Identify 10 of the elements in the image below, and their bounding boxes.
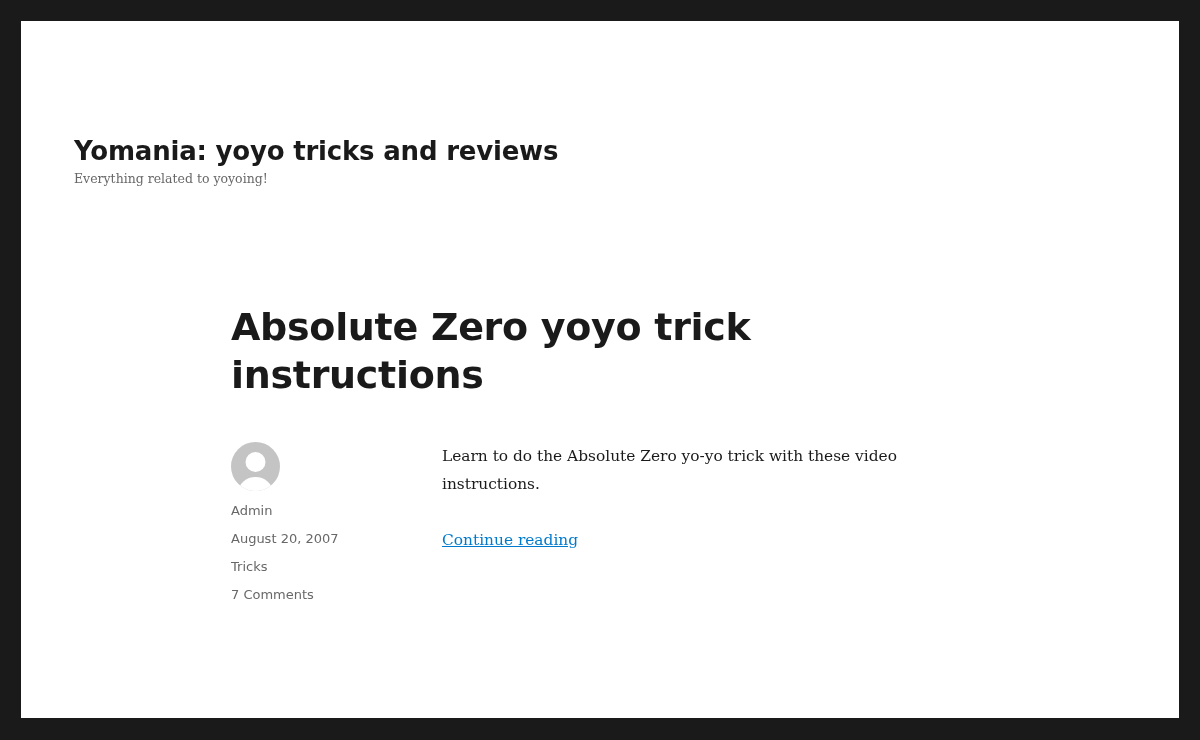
comments-link[interactable]: 7 Comments: [231, 581, 314, 609]
continue-reading-link[interactable]: Continue reading: [442, 526, 579, 554]
date-link[interactable]: August 20, 2007: [231, 525, 339, 553]
site-title[interactable]: Yomania: yoyo tricks and reviews: [74, 130, 559, 172]
avatar-icon: [231, 442, 280, 491]
author-link[interactable]: Admin: [231, 497, 273, 525]
site-tagline: Everything related to yoyoing!: [74, 170, 268, 188]
category-link[interactable]: Tricks: [231, 553, 268, 581]
post-excerpt: Learn to do the Absolute Zero yo-yo trick with these video instructions.: [442, 446, 898, 495]
post-title[interactable]: Absolute Zero yoyo trick instructions: [231, 303, 931, 399]
